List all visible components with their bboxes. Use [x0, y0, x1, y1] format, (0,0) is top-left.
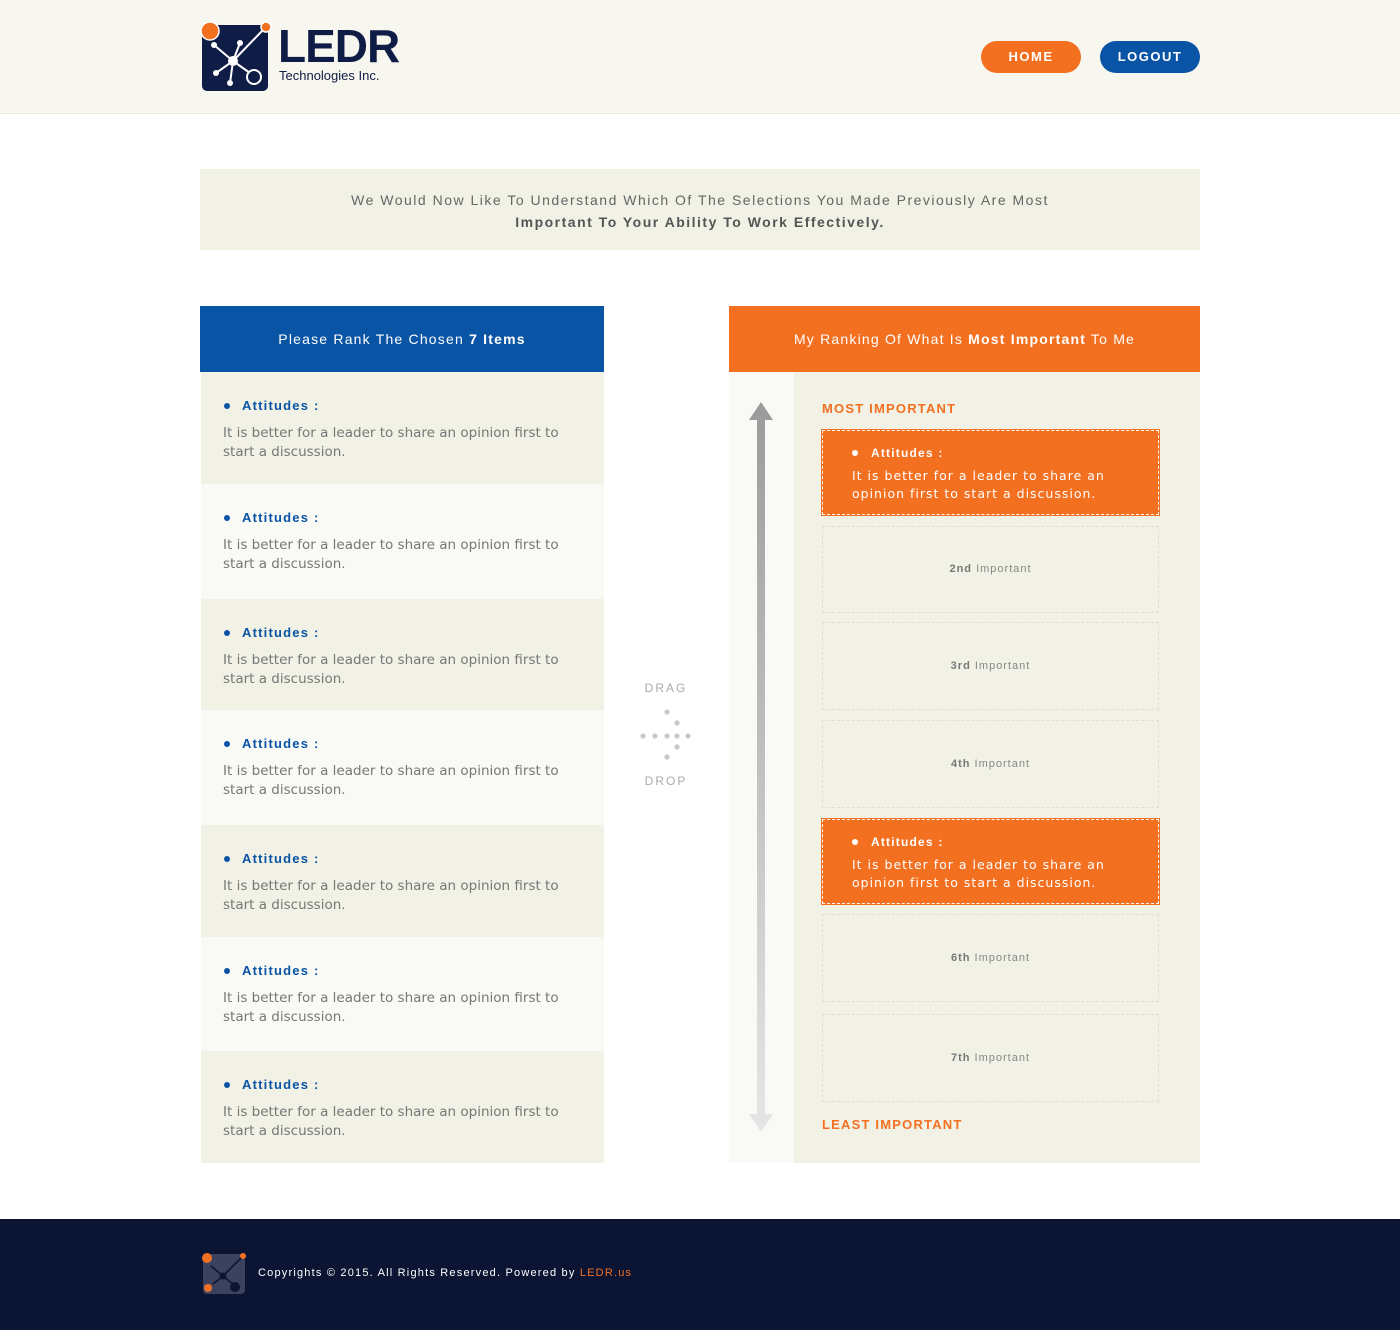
- item-text: It is better for a leader to share an op…: [223, 763, 559, 798]
- drag-label: DRAG: [644, 681, 688, 695]
- rankable-item[interactable]: Attitudes : It is better for a leader to…: [201, 825, 604, 937]
- slot-rank: 3rd: [950, 660, 971, 672]
- item-title: Attitudes :: [223, 510, 582, 526]
- slot-item-text: It is better for a leader to share an op…: [852, 468, 1105, 501]
- rankable-item[interactable]: Attitudes : It is better for a leader to…: [201, 1051, 604, 1163]
- rankable-item[interactable]: Attitudes : It is better for a leader to…: [201, 372, 604, 484]
- item-title: Attitudes :: [223, 851, 582, 867]
- footer-logo-icon: [202, 1253, 246, 1294]
- rankable-item[interactable]: Attitudes : It is better for a leader to…: [201, 937, 604, 1051]
- ranking-slot-7[interactable]: 7th Important: [822, 1014, 1159, 1102]
- ranking-slot-4[interactable]: 4th Important: [822, 720, 1159, 808]
- ranking-slot-1[interactable]: Attitudes : It is better for a leader to…: [821, 429, 1160, 516]
- rank-items-count: 7 Items: [469, 331, 526, 347]
- importance-scale-arrow-icon: [749, 402, 773, 1132]
- item-title: Attitudes :: [223, 1077, 582, 1093]
- item-text: It is better for a leader to share an op…: [223, 990, 559, 1025]
- item-text: It is better for a leader to share an op…: [223, 1104, 559, 1139]
- site-footer: Copyrights © 2015. All Rights Reserved. …: [0, 1219, 1400, 1330]
- ranking-slot-2[interactable]: 2nd Important: [822, 526, 1159, 613]
- item-text: It is better for a leader to share an op…: [223, 537, 559, 572]
- intro-banner: We Would Now Like To Understand Which Of…: [200, 169, 1200, 250]
- rankable-item[interactable]: Attitudes : It is better for a leader to…: [201, 599, 604, 710]
- ranking-slot-5[interactable]: Attitudes : It is better for a leader to…: [821, 818, 1160, 905]
- ledr-us-link[interactable]: LEDR.us: [580, 1267, 632, 1279]
- slot-label: Important: [972, 563, 1032, 575]
- rank-items-header: Please Rank The Chosen 7 Items: [200, 306, 604, 372]
- slot-item-title: Attitudes :: [852, 835, 1138, 849]
- logo-subtitle: Technologies Inc.: [279, 68, 380, 83]
- intro-text-line2: Important To Your Ability To Work Effect…: [515, 214, 885, 230]
- logout-button[interactable]: LOGOUT: [1100, 41, 1200, 73]
- slot-rank: 4th: [950, 758, 971, 770]
- slot-item-text: It is better for a leader to share an op…: [852, 857, 1105, 890]
- slot-rank: 2nd: [949, 563, 973, 575]
- slot-label: Important: [970, 660, 1031, 672]
- home-button[interactable]: HOME: [981, 41, 1081, 73]
- footer-copyright: Copyrights © 2015. All Rights Reserved. …: [258, 1267, 632, 1279]
- slot-rank: 7th: [950, 1052, 971, 1064]
- most-important-label: MOST IMPORTANT: [822, 401, 957, 416]
- my-ranking-header-suffix: To Me: [1086, 331, 1136, 347]
- slot-item-title: Attitudes :: [852, 446, 1138, 460]
- ranking-slot-3[interactable]: 3rd Important: [822, 622, 1159, 710]
- logo-name: LEDR: [278, 20, 400, 72]
- slot-label: Important: [970, 758, 1031, 770]
- rankable-item[interactable]: Attitudes : It is better for a leader to…: [201, 710, 604, 825]
- item-text: It is better for a leader to share an op…: [223, 652, 559, 687]
- ledr-logo[interactable]: LEDR Technologies Inc.: [200, 21, 400, 93]
- slot-label: Important: [970, 1052, 1031, 1064]
- item-title: Attitudes :: [223, 398, 582, 414]
- intro-text-line1: We Would Now Like To Understand Which Of…: [351, 192, 1049, 208]
- my-ranking-header-prefix: My Ranking Of What Is: [793, 331, 969, 347]
- item-title: Attitudes :: [223, 736, 582, 752]
- item-title: Attitudes :: [223, 963, 582, 979]
- least-important-label: LEAST IMPORTANT: [822, 1117, 963, 1132]
- item-text: It is better for a leader to share an op…: [223, 878, 559, 913]
- rankable-item[interactable]: Attitudes : It is better for a leader to…: [201, 484, 604, 599]
- ranking-slot-6[interactable]: 6th Important: [822, 914, 1159, 1002]
- my-ranking-header: My Ranking Of What Is Most Important To …: [729, 306, 1200, 372]
- drop-label: DROP: [644, 774, 688, 788]
- slot-label: Important: [970, 952, 1031, 964]
- rank-items-header-prefix: Please Rank The Chosen: [278, 331, 470, 347]
- drag-drop-dots-icon: [640, 709, 691, 760]
- ledr-logo-mark-icon: [200, 21, 272, 91]
- item-text: It is better for a leader to share an op…: [223, 425, 559, 460]
- my-ranking-header-bold: Most Important: [968, 331, 1087, 347]
- site-header: LEDR Technologies Inc. HOME LOGOUT: [0, 0, 1400, 114]
- copyright-text: Copyrights © 2015. All Rights Reserved. …: [258, 1267, 580, 1279]
- item-title: Attitudes :: [223, 625, 582, 641]
- slot-rank: 6th: [950, 952, 971, 964]
